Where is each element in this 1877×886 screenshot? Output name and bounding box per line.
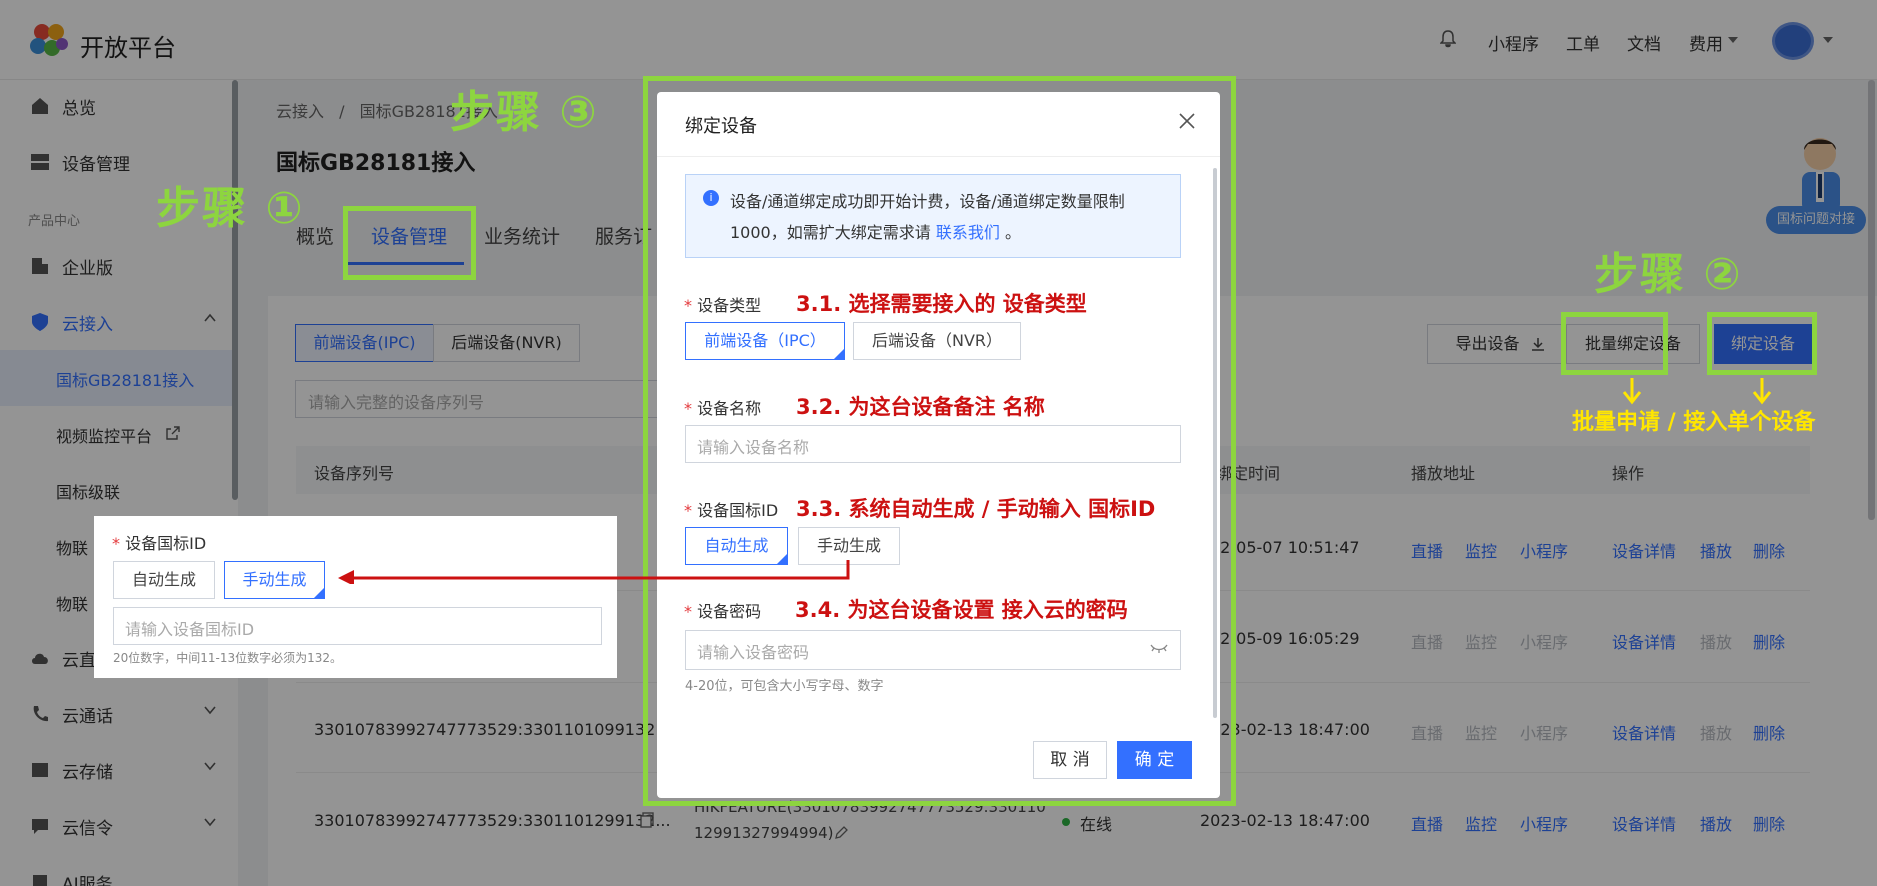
arrow-down-icon: [1622, 378, 1642, 405]
inset-option-manual[interactable]: 手动生成: [224, 561, 325, 599]
step2-bind-box: [1707, 312, 1817, 375]
step2-caption: 批量申请 / 接入单个设备: [1572, 410, 1816, 435]
inset-gbid-label: * 设备国标ID: [112, 534, 207, 553]
step2-label: 步骤 ②: [1594, 249, 1743, 300]
annotation-arrow: [338, 560, 850, 584]
arrow-down-icon: [1752, 378, 1772, 405]
step3-label: 步骤 ③: [450, 87, 599, 138]
inset-gbid-input[interactable]: 请输入设备国标ID: [113, 607, 602, 645]
selected-corner: [313, 587, 325, 599]
inset-gbid-hint: 20位数字，中间11-13位数字必须为132。: [113, 651, 343, 665]
step1-highlight-box: [343, 206, 476, 280]
step3-highlight-box: [643, 76, 1236, 806]
step2-batch-box: [1561, 312, 1668, 375]
inset-option-auto[interactable]: 自动生成: [113, 561, 215, 599]
step1-label: 步骤 ①: [156, 183, 305, 234]
